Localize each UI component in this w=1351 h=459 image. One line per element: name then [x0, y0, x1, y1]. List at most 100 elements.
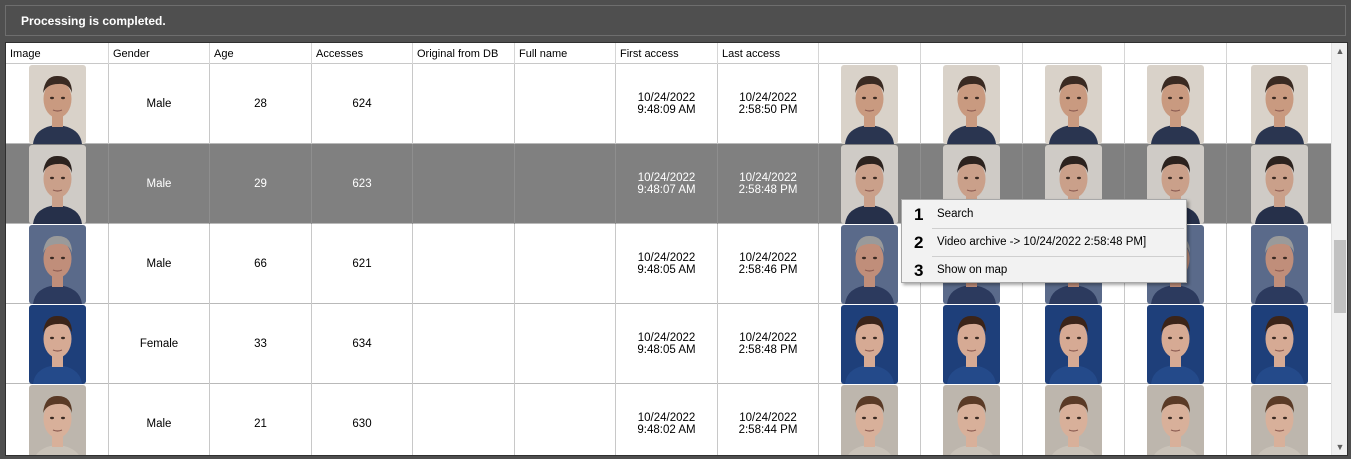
full-name-cell[interactable]	[515, 304, 616, 384]
frame-thumbnail-cell[interactable]	[1023, 64, 1125, 144]
column-header[interactable]: First access	[616, 43, 718, 64]
first-access-cell[interactable]: 10/24/2022 9:48:07 AM	[616, 144, 718, 224]
original-from-db-cell[interactable]	[413, 144, 515, 224]
date-text: 10/24/2022	[739, 332, 797, 344]
age-cell[interactable]: 66	[210, 224, 312, 304]
full-name-cell[interactable]	[515, 384, 616, 455]
first-access-cell[interactable]: 10/24/2022 9:48:02 AM	[616, 384, 718, 455]
last-access-cell[interactable]: 10/24/2022 2:58:50 PM	[718, 64, 819, 144]
column-header[interactable]	[921, 43, 1023, 64]
frame-thumbnail-cell[interactable]	[921, 384, 1023, 455]
frame-thumbnail-cell[interactable]	[1023, 304, 1125, 384]
last-access-cell[interactable]: 10/24/2022 2:58:44 PM	[718, 384, 819, 455]
face-thumbnail	[1147, 384, 1204, 455]
face-thumbnail	[1045, 64, 1102, 144]
frame-thumbnail-cell[interactable]	[819, 304, 921, 384]
chevron-down-icon[interactable]: ▼	[1332, 439, 1347, 455]
first-access-cell[interactable]: 10/24/2022 9:48:05 AM	[616, 224, 718, 304]
face-thumbnail	[1250, 224, 1308, 304]
image-cell[interactable]	[6, 224, 109, 304]
image-cell[interactable]	[6, 144, 109, 224]
face-thumbnail	[943, 64, 1000, 144]
first-access-cell[interactable]: 10/24/2022 9:48:09 AM	[616, 64, 718, 144]
gender-cell[interactable]: Male	[109, 224, 210, 304]
accesses-cell[interactable]: 634	[312, 304, 413, 384]
frame-thumbnail-cell[interactable]	[921, 304, 1023, 384]
full-name-cell[interactable]	[515, 64, 616, 144]
column-header[interactable]: Last access	[718, 43, 819, 64]
table-row[interactable]: Female 33 634 10/24/2022 9:48:05 AM 10/24/202…	[6, 304, 1332, 384]
column-header[interactable]	[1227, 43, 1332, 64]
menu-item-number: 3	[914, 261, 924, 280]
column-header[interactable]: Gender	[109, 43, 210, 64]
accesses-cell[interactable]: 624	[312, 64, 413, 144]
frame-thumbnail-cell[interactable]	[1125, 304, 1227, 384]
menu-item-search[interactable]: 1 Search	[903, 201, 1186, 228]
age-cell[interactable]: 29	[210, 144, 312, 224]
face-thumbnail	[28, 384, 86, 455]
last-access-cell[interactable]: 10/24/2022 2:58:48 PM	[718, 304, 819, 384]
column-header[interactable]	[1023, 43, 1125, 64]
image-cell[interactable]	[6, 64, 109, 144]
face-thumbnail	[1147, 64, 1204, 144]
first-access-cell[interactable]: 10/24/2022 9:48:05 AM	[616, 304, 718, 384]
menu-item-video-archive[interactable]: 2 Video archive -> 10/24/2022 2:58:48 PM…	[903, 229, 1186, 256]
accesses-cell[interactable]: 623	[312, 144, 413, 224]
date-text: 10/24/2022	[739, 92, 797, 104]
age-cell[interactable]: 21	[210, 384, 312, 455]
date-text: 10/24/2022	[739, 252, 797, 264]
menu-item-number: 1	[914, 205, 924, 224]
accesses-cell[interactable]: 630	[312, 384, 413, 455]
frame-thumbnail-cell[interactable]	[1227, 304, 1332, 384]
frame-thumbnail-cell[interactable]	[819, 384, 921, 455]
date-text: 10/24/2022	[637, 332, 696, 344]
vertical-scrollbar[interactable]: ▲ ▼	[1331, 43, 1347, 455]
frame-thumbnail-cell[interactable]	[921, 64, 1023, 144]
age-cell[interactable]: 33	[210, 304, 312, 384]
last-access-cell[interactable]: 10/24/2022 2:58:46 PM	[718, 224, 819, 304]
gender-cell[interactable]: Male	[109, 64, 210, 144]
face-thumbnail	[1250, 384, 1308, 455]
original-from-db-cell[interactable]	[413, 384, 515, 455]
column-header[interactable]: Age	[210, 43, 312, 64]
table-row[interactable]: Male 28 624 10/24/2022 9:48:09 AM 10/24/2022 2…	[6, 64, 1332, 144]
context-menu[interactable]: 1 Search 2 Video archive -> 10/24/2022 2…	[901, 199, 1187, 283]
time-text: 9:48:02 AM	[637, 424, 696, 436]
date-text: 10/24/2022	[739, 412, 797, 424]
column-header[interactable]: Image	[6, 43, 109, 64]
table-row[interactable]: Male 21 630 10/24/2022 9:48:02 AM 10/24/2022 2…	[6, 384, 1332, 455]
full-name-cell[interactable]	[515, 224, 616, 304]
gender-cell[interactable]: Male	[109, 384, 210, 455]
original-from-db-cell[interactable]	[413, 64, 515, 144]
frame-thumbnail-cell[interactable]	[1125, 384, 1227, 455]
frame-thumbnail-cell[interactable]	[1227, 384, 1332, 455]
column-header[interactable]	[819, 43, 921, 64]
column-header[interactable]: Original from DB	[413, 43, 515, 64]
image-cell[interactable]	[6, 384, 109, 455]
column-header[interactable]: Accesses	[312, 43, 413, 64]
face-thumbnail	[841, 384, 898, 455]
frame-thumbnail-cell[interactable]	[1227, 64, 1332, 144]
accesses-cell[interactable]: 621	[312, 224, 413, 304]
age-cell[interactable]: 28	[210, 64, 312, 144]
last-access-cell[interactable]: 10/24/2022 2:58:48 PM	[718, 144, 819, 224]
status-bar: Processing is completed.	[5, 5, 1346, 36]
original-from-db-cell[interactable]	[413, 304, 515, 384]
gender-cell[interactable]: Female	[109, 304, 210, 384]
frame-thumbnail-cell[interactable]	[1125, 64, 1227, 144]
menu-item-show-on-map[interactable]: 3 Show on map	[903, 257, 1186, 284]
gender-cell[interactable]: Male	[109, 144, 210, 224]
column-header[interactable]: Full name	[515, 43, 616, 64]
frame-thumbnail-cell[interactable]	[1023, 384, 1125, 455]
full-name-cell[interactable]	[515, 144, 616, 224]
frame-thumbnail-cell[interactable]	[1227, 144, 1332, 224]
face-thumbnail	[841, 64, 898, 144]
chevron-up-icon[interactable]: ▲	[1332, 43, 1347, 59]
original-from-db-cell[interactable]	[413, 224, 515, 304]
column-header[interactable]	[1125, 43, 1227, 64]
frame-thumbnail-cell[interactable]	[1227, 224, 1332, 304]
scrollbar-thumb[interactable]	[1334, 240, 1346, 313]
image-cell[interactable]	[6, 304, 109, 384]
frame-thumbnail-cell[interactable]	[819, 64, 921, 144]
face-thumbnail	[28, 64, 86, 144]
